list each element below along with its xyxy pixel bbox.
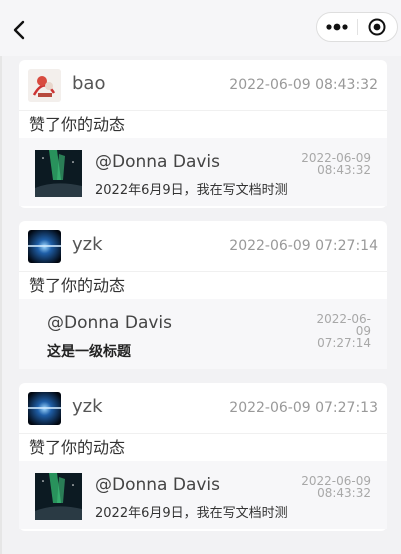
post-time: 2022-06- 09 07:27:14 <box>317 313 371 349</box>
card-header: bao 2022-06-09 08:43:32 <box>19 60 387 111</box>
post-time: 2022-06-09 08:43:32 <box>301 475 371 499</box>
top-nav-bar <box>0 0 401 56</box>
left-gutter-line <box>0 56 2 554</box>
quoted-post[interactable]: @Donna Davis 这是一级标题 2022-06- 09 07:27:14 <box>19 299 387 369</box>
post-title: 这是一级标题 <box>47 344 131 360</box>
post-excerpt: 2022年6月9日，我在写文档时测 <box>95 506 288 521</box>
post-time-clock: 08:43:32 <box>317 163 371 177</box>
notification-card[interactable]: yzk 2022-06-09 07:27:13 赞了你的动态 @Donna Da… <box>19 383 387 531</box>
post-time-clock: 08:43:32 <box>317 486 371 500</box>
action-text: 赞了你的动态 <box>29 276 126 295</box>
post-thumbnail <box>35 150 82 197</box>
username[interactable]: yzk <box>72 396 103 417</box>
action-text: 赞了你的动态 <box>29 115 126 134</box>
timestamp: 2022-06-09 07:27:13 <box>229 400 378 416</box>
card-header: yzk 2022-06-09 07:27:13 <box>19 383 387 434</box>
target-close-icon[interactable] <box>357 13 397 41</box>
mentioned-user[interactable]: @Donna Davis <box>47 313 172 333</box>
post-excerpt: 2022年6月9日，我在写文档时测 <box>95 183 288 198</box>
notification-card[interactable]: bao 2022-06-09 08:43:32 赞了你的动态 @Donna Da… <box>19 60 387 208</box>
card-header: yzk 2022-06-09 07:27:14 <box>19 221 387 272</box>
notification-card[interactable]: yzk 2022-06-09 07:27:14 赞了你的动态 @Donna Da… <box>19 221 387 369</box>
avatar[interactable] <box>28 69 61 102</box>
quoted-post[interactable]: @Donna Davis 2022年6月9日，我在写文档时测 2022-06-0… <box>19 461 387 529</box>
back-chevron-icon[interactable] <box>8 18 30 42</box>
username[interactable]: yzk <box>72 234 103 255</box>
username[interactable]: bao <box>72 73 105 94</box>
more-dots-icon[interactable] <box>317 13 357 41</box>
post-time: 2022-06-09 08:43:32 <box>301 152 371 176</box>
mini-program-capsule <box>316 12 398 42</box>
avatar[interactable] <box>28 230 61 263</box>
post-time-clock: 07:27:14 <box>317 336 371 350</box>
mentioned-user[interactable]: @Donna Davis <box>95 475 220 495</box>
avatar[interactable] <box>28 392 61 425</box>
timestamp: 2022-06-09 07:27:14 <box>229 238 378 254</box>
post-thumbnail <box>35 473 82 520</box>
timestamp: 2022-06-09 08:43:32 <box>229 77 378 93</box>
action-text: 赞了你的动态 <box>29 438 126 457</box>
quoted-post[interactable]: @Donna Davis 2022年6月9日，我在写文档时测 2022-06-0… <box>19 138 387 206</box>
mentioned-user[interactable]: @Donna Davis <box>95 152 220 172</box>
